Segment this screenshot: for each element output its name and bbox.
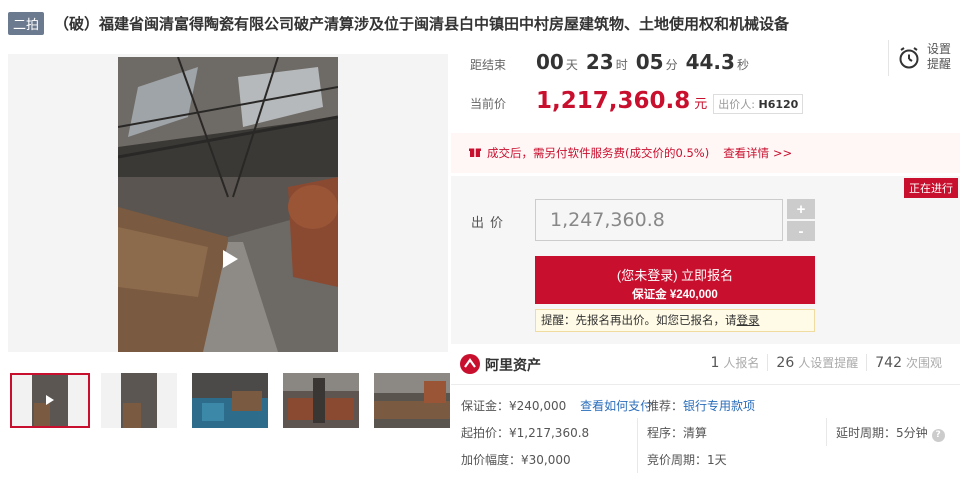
current-price-row: 当前价 1,217,360.8 元 出价人: H6120: [470, 88, 890, 118]
countdown-label: 距结束: [470, 58, 507, 72]
start-price: 起拍价：¥1,217,360.8: [461, 426, 590, 440]
platform-name: 阿里资产: [485, 358, 541, 374]
countdown: 距结束 00 天 23 时 05 分 44.3 秒: [470, 50, 950, 80]
bidder-tag: 出价人: H6120: [713, 94, 804, 114]
round-badge: 二拍: [8, 11, 45, 35]
thumbnail-image[interactable]: [374, 373, 450, 428]
thumbnail-image[interactable]: [192, 373, 268, 428]
bid-period: 竞价周期：1天: [647, 453, 727, 467]
help-icon[interactable]: ?: [931, 429, 945, 442]
countdown-days: 00: [536, 50, 564, 74]
set-reminder-button[interactable]: 设置 提醒: [888, 40, 958, 76]
gift-icon: [469, 146, 481, 161]
play-icon[interactable]: [216, 246, 242, 272]
page-title: （破）福建省闽清富得陶瓷有限公司破产清算涉及位于闽清县白中镇田中村房屋建筑物、土…: [54, 14, 790, 33]
signup-count: 1 人报名: [710, 355, 760, 371]
bid-increment: 加价幅度：¥30,000: [461, 453, 571, 467]
column-divider: [637, 418, 638, 473]
decrease-bid-button[interactable]: -: [787, 221, 815, 241]
reminder-label: 设置 提醒: [927, 42, 952, 71]
price-unit: 元: [694, 97, 708, 112]
bid-label: 出价: [471, 216, 510, 231]
register-button-label: (您未登录) 立即报名: [616, 267, 734, 283]
delay-period-info: 延时周期：5分钟?: [836, 424, 945, 442]
procedure: 程序：清算: [647, 426, 708, 440]
countdown-seconds: 44.3: [685, 50, 735, 74]
countdown-hours: 23: [585, 50, 614, 74]
login-link[interactable]: 登录: [737, 313, 760, 327]
status-badge: 正在进行: [904, 178, 958, 198]
factory-photo: [118, 57, 338, 352]
countdown-minutes: 05: [635, 50, 664, 74]
thumbnail-strip: [10, 373, 450, 431]
main-media-viewer[interactable]: [8, 54, 448, 352]
countdown-days-unit: 天: [565, 58, 578, 72]
bid-stepper: + -: [787, 199, 815, 241]
current-price: 1,217,360.8: [536, 88, 691, 114]
current-price-label: 当前价: [470, 97, 507, 111]
deposit-amount: 保证金 ¥240,000: [632, 288, 718, 301]
thumbnail-image[interactable]: [101, 373, 177, 428]
thumbnail-image[interactable]: [283, 373, 359, 428]
deposit-info: 保证金：¥240,000 查看如何支付: [461, 399, 653, 413]
bank-payment-link[interactable]: 银行专用款项: [683, 399, 755, 413]
login-tip: 提醒：先报名再出价。如您已报名，请登录: [535, 309, 815, 332]
countdown-minutes-unit: 分: [665, 58, 678, 72]
countdown-seconds-unit: 秒: [736, 58, 749, 72]
title-bar: 二拍 （破）福建省闽清富得陶瓷有限公司破产清算涉及位于闽清县白中镇田中村房屋建筑…: [8, 10, 958, 36]
platform-row: 阿里资产 1 人报名 26 人设置提醒 742 次围观: [460, 352, 960, 378]
service-fee-text: 成交后，需另付软件服务费(成交价的0.5%): [487, 146, 710, 160]
increase-bid-button[interactable]: +: [787, 199, 815, 219]
reminder-count: 26 人设置提醒: [767, 354, 866, 371]
countdown-hours-unit: 时: [615, 58, 628, 72]
alarm-clock-icon: [897, 46, 921, 73]
thumbnail-video[interactable]: [10, 373, 90, 428]
service-fee-notice: 成交后，需另付软件服务费(成交价的0.5%) 查看详情 >>: [451, 133, 960, 173]
ali-assets-logo-icon: [460, 353, 480, 377]
divider: [451, 384, 960, 385]
view-details-link[interactable]: 查看详情 >>: [723, 145, 792, 161]
view-count: 742 次围观: [866, 354, 950, 371]
bid-panel: 正在进行 出价 + - (您未登录) 立即报名 保证金 ¥240,000 提醒：…: [451, 176, 960, 344]
column-divider: [826, 418, 827, 446]
bid-amount-input[interactable]: [535, 199, 783, 241]
how-to-pay-link[interactable]: 查看如何支付: [580, 399, 652, 413]
recommend-info: 推荐：银行专用款项: [647, 399, 756, 413]
auction-stats: 1 人报名 26 人设置提醒 742 次围观: [702, 354, 950, 371]
register-now-button[interactable]: (您未登录) 立即报名 保证金 ¥240,000: [535, 256, 815, 304]
